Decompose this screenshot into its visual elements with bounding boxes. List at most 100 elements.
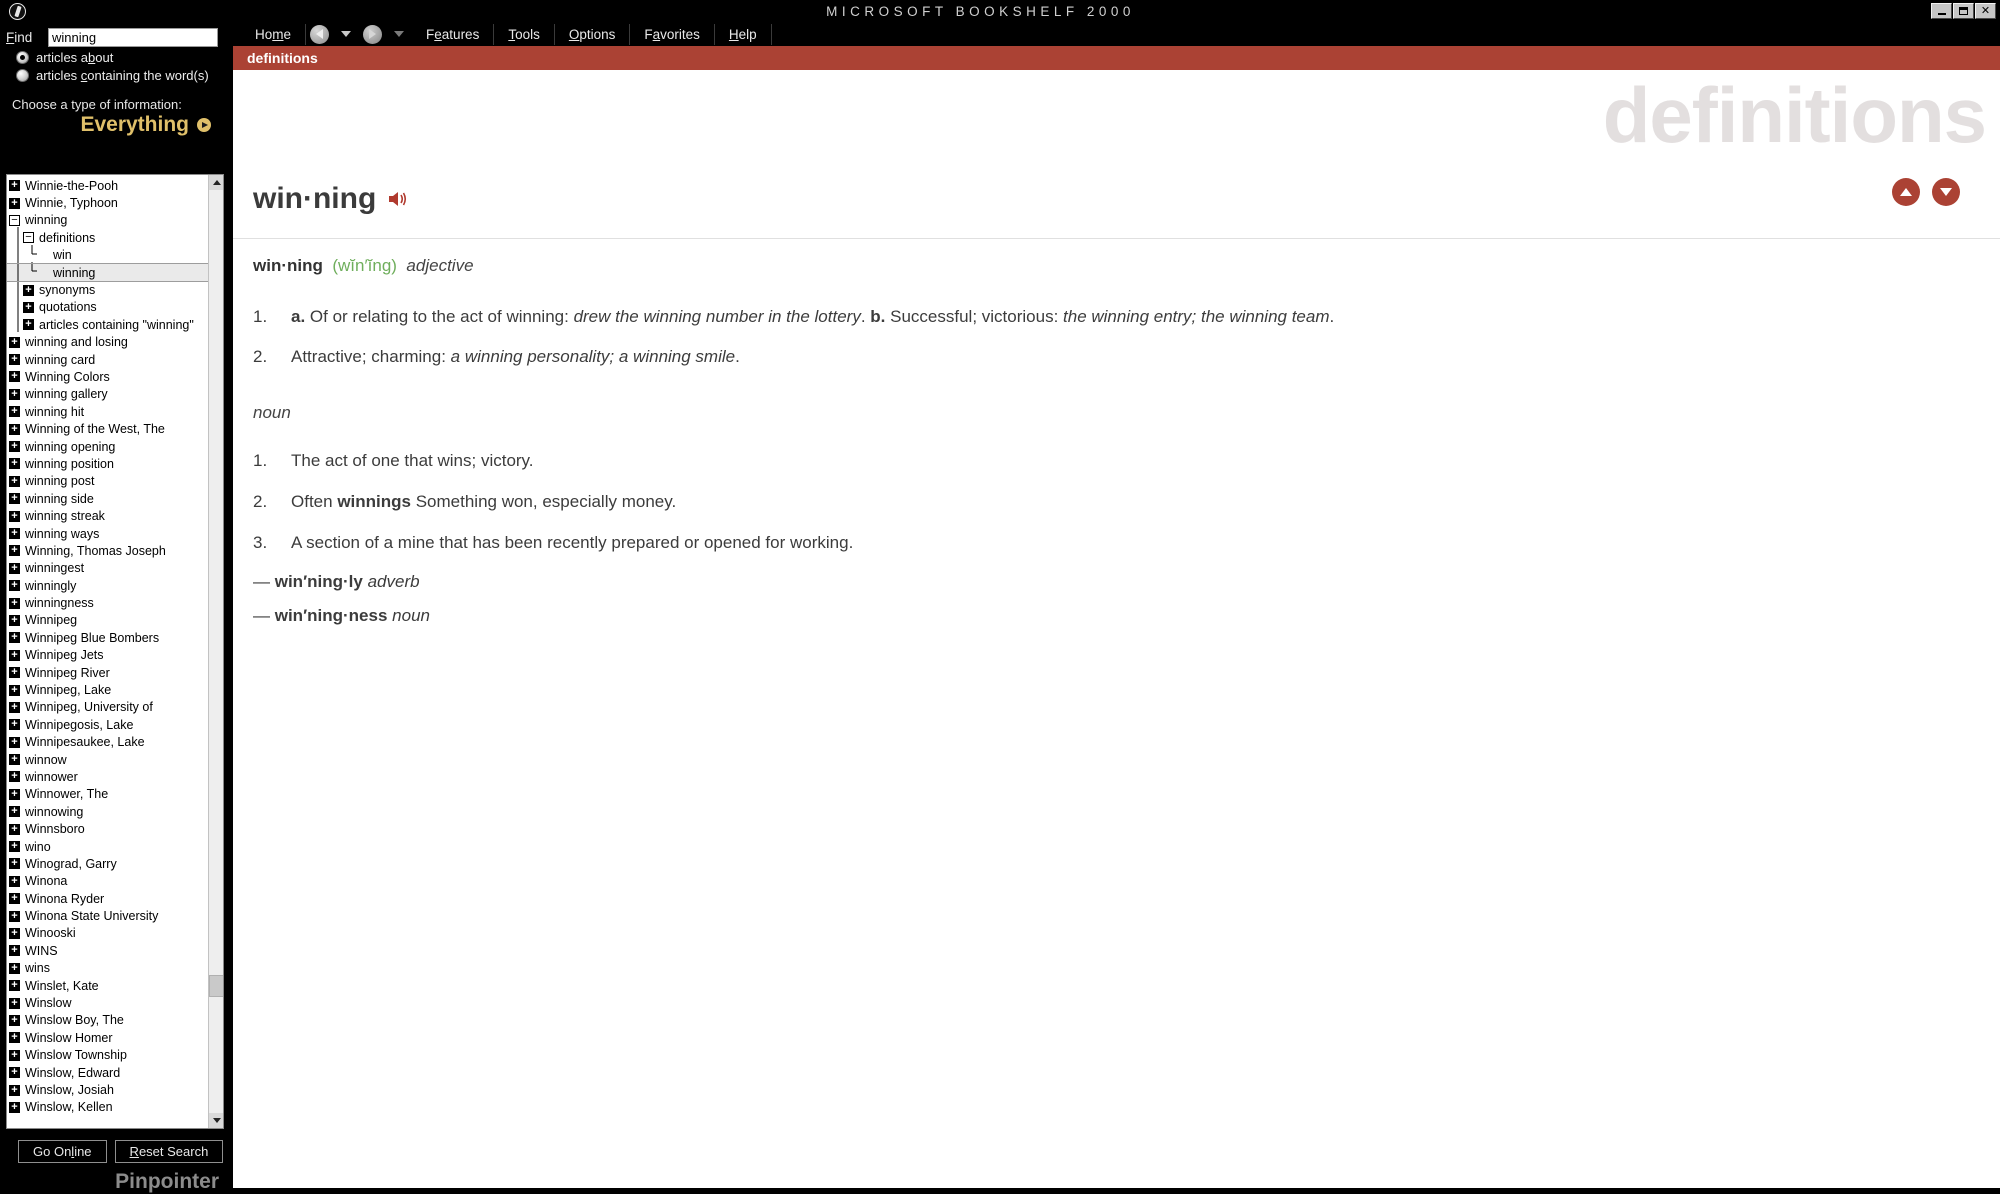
tree-item[interactable]: − definitions — [7, 227, 208, 246]
tree-expand-icon[interactable]: + — [23, 284, 34, 296]
tree-item[interactable]: + winning post — [7, 473, 208, 490]
arrow-up-circle-icon[interactable] — [1892, 178, 1920, 206]
tree-expand-icon[interactable]: + — [9, 336, 20, 348]
menu-home[interactable]: Home — [241, 23, 307, 45]
tree-item[interactable]: + Winning of the West, The — [7, 420, 208, 437]
tree-expand-icon[interactable]: + — [9, 962, 20, 974]
tree-expand-icon[interactable]: + — [9, 667, 20, 679]
tree-item[interactable]: + winningest — [7, 560, 208, 577]
tree-item[interactable]: + Winnipeg River — [7, 664, 208, 681]
tree-item[interactable]: − winning — [7, 212, 208, 229]
tree-item[interactable]: + Winslow, Edward — [7, 1064, 208, 1081]
tree-item[interactable]: + winningly — [7, 577, 208, 594]
tree-expand-icon[interactable]: + — [9, 858, 20, 870]
radio-articles-containing[interactable]: articles containing the word(s) — [0, 65, 233, 83]
tree-item[interactable]: + winning position — [7, 455, 208, 472]
tree-expand-icon[interactable]: + — [9, 545, 20, 557]
tree-expand-icon[interactable]: + — [9, 649, 20, 661]
tree-collapse-icon[interactable]: − — [9, 214, 20, 226]
scroll-down-button[interactable] — [209, 1113, 223, 1128]
tree-item[interactable]: + Winning, Thomas Joseph — [7, 542, 208, 559]
maximize-button[interactable] — [1953, 3, 1974, 19]
tree-expand-icon[interactable]: + — [23, 319, 34, 331]
tree-expand-icon[interactable]: + — [9, 788, 20, 800]
tree-expand-icon[interactable]: + — [9, 614, 20, 626]
tree-expand-icon[interactable]: + — [9, 841, 20, 853]
tree-expand-icon[interactable]: + — [9, 441, 20, 453]
tree-item[interactable]: + quotations — [7, 296, 208, 316]
menu-help[interactable]: Help — [715, 23, 772, 45]
tree-expand-icon[interactable]: + — [9, 684, 20, 696]
tree-item[interactable]: + Winslow, Kellen — [7, 1099, 208, 1116]
tree-item[interactable]: + Winnipegosis, Lake — [7, 716, 208, 733]
tree-item[interactable]: + Winnipeg Jets — [7, 647, 208, 664]
tree-item[interactable]: + Winnie-the-Pooh — [7, 177, 208, 194]
tree-item[interactable]: + Winning Colors — [7, 368, 208, 385]
tree-expand-icon[interactable]: + — [9, 1101, 20, 1113]
tree-item[interactable]: + Winslow Homer — [7, 1029, 208, 1046]
tree-item[interactable]: + Winograd, Garry — [7, 855, 208, 872]
tree-item[interactable]: + winning ways — [7, 525, 208, 542]
close-button[interactable]: ✕ — [1975, 3, 1996, 19]
tree-expand-icon[interactable]: + — [9, 423, 20, 435]
tree-expand-icon[interactable]: + — [9, 197, 20, 209]
tree-expand-icon[interactable]: + — [9, 893, 20, 905]
tree-expand-icon[interactable]: + — [9, 875, 20, 887]
search-input[interactable] — [48, 28, 218, 47]
tree-item[interactable]: + Winnsboro — [7, 820, 208, 837]
forward-history-chevron-down-icon[interactable] — [394, 31, 405, 37]
tree-item[interactable]: + Winnipeg Blue Bombers — [7, 629, 208, 646]
tree-expand-icon[interactable]: + — [9, 1014, 20, 1026]
scroll-up-button[interactable] — [209, 175, 223, 190]
back-history-chevron-down-icon[interactable] — [341, 31, 352, 37]
radio-articles-about[interactable]: articles about — [0, 47, 233, 65]
tree-expand-icon[interactable]: + — [9, 823, 20, 835]
tree-expand-icon[interactable]: + — [9, 354, 20, 366]
speaker-icon[interactable] — [388, 190, 408, 208]
tree-expand-icon[interactable]: + — [9, 580, 20, 592]
tree-expand-icon[interactable]: + — [9, 510, 20, 522]
tree-item[interactable]: + Winona Ryder — [7, 890, 208, 907]
tree-item[interactable]: + winning hit — [7, 403, 208, 420]
menu-options[interactable]: Options — [555, 23, 631, 45]
tree-expand-icon[interactable]: + — [9, 1084, 20, 1096]
tree-item[interactable]: winning — [7, 262, 208, 283]
tree-item[interactable]: + Winnipeg — [7, 612, 208, 629]
forward-arrow-icon[interactable] — [363, 24, 383, 44]
tree-item[interactable]: + WINS — [7, 942, 208, 959]
go-online-button[interactable]: Go Online — [18, 1140, 107, 1163]
tree-expand-icon[interactable]: + — [9, 388, 20, 400]
tree-expand-icon[interactable]: + — [9, 754, 20, 766]
tree-item[interactable]: + Winooski — [7, 925, 208, 942]
tree-scrollbar[interactable] — [208, 175, 223, 1128]
arrow-down-circle-icon[interactable] — [1932, 178, 1960, 206]
tree-item[interactable]: + Winnipeg, University of — [7, 699, 208, 716]
tree-expand-icon[interactable]: + — [9, 701, 20, 713]
tree-item[interactable]: + Winslet, Kate — [7, 977, 208, 994]
tree-item[interactable]: + winnower — [7, 768, 208, 785]
tree-item[interactable]: + articles containing "winning" — [7, 314, 208, 333]
back-arrow-icon[interactable] — [310, 24, 330, 44]
tree-expand-icon[interactable]: + — [9, 180, 20, 192]
tree-item[interactable]: + Winnipeg, Lake — [7, 681, 208, 698]
tree-expand-icon[interactable]: + — [9, 371, 20, 383]
tree-expand-icon[interactable]: + — [9, 406, 20, 418]
menu-favorites[interactable]: Favorites — [630, 23, 715, 45]
tree-item[interactable]: + Winslow — [7, 994, 208, 1011]
tree-expand-icon[interactable]: + — [9, 980, 20, 992]
tree-expand-icon[interactable]: + — [9, 475, 20, 487]
tree-expand-icon[interactable]: + — [9, 945, 20, 957]
tree-expand-icon[interactable]: + — [9, 771, 20, 783]
tree-expand-icon[interactable]: + — [9, 493, 20, 505]
tree-item[interactable]: + winning card — [7, 351, 208, 368]
information-type-selector[interactable]: Everything — [0, 112, 233, 137]
tree-expand-icon[interactable]: + — [9, 632, 20, 644]
tree-expand-icon[interactable]: + — [9, 1067, 20, 1079]
tree-item[interactable]: + Winnower, The — [7, 786, 208, 803]
tree-item[interactable]: + winning gallery — [7, 386, 208, 403]
tree-item[interactable]: + winningness — [7, 594, 208, 611]
minimize-button[interactable] — [1931, 3, 1952, 19]
tree-item[interactable]: + winning opening — [7, 438, 208, 455]
tree-collapse-icon[interactable]: − — [23, 232, 34, 244]
tree-expand-icon[interactable]: + — [9, 458, 20, 470]
